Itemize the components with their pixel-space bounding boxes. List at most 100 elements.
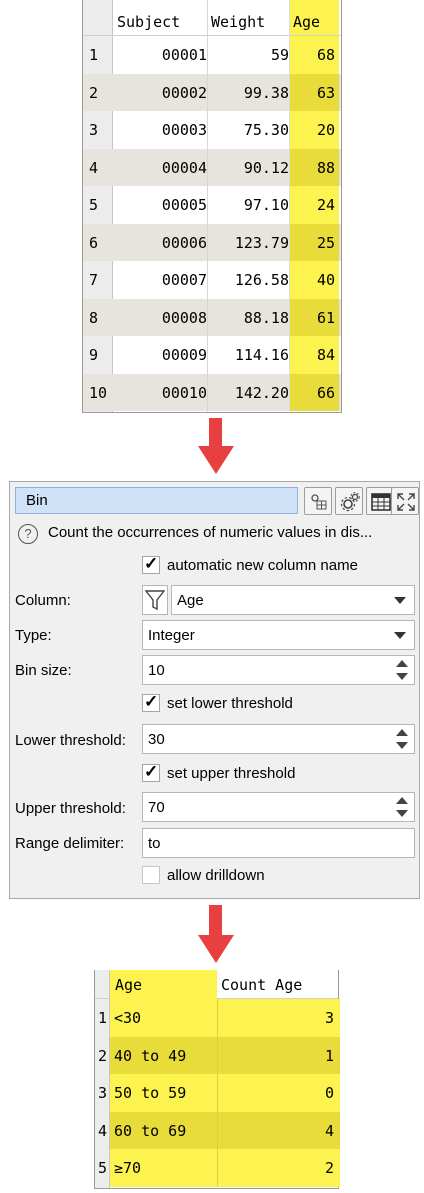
header-age[interactable]: Age	[115, 976, 142, 994]
table-row[interactable]: 3 00003 75.30 20	[83, 111, 341, 149]
cell-weight[interactable]: 123.79	[207, 234, 289, 252]
cell-age[interactable]: 88	[289, 148, 339, 186]
cell-age-bin[interactable]: 60 to 69	[110, 1111, 217, 1149]
set-lower-threshold-checkbox[interactable]: ✓	[142, 692, 160, 712]
cell-subject[interactable]: 00002	[113, 84, 207, 102]
dialog-title-field[interactable]: Bin	[15, 487, 298, 514]
cell-count[interactable]: 3	[217, 999, 340, 1037]
cell-age[interactable]: 84	[289, 336, 339, 374]
row-number[interactable]: 9	[89, 346, 98, 364]
table-row[interactable]: 10 00010 142.20 66	[83, 373, 341, 411]
table-row[interactable]: 5 00005 97.10 24	[83, 186, 341, 224]
cell-subject[interactable]: 00001	[113, 46, 207, 64]
cell-age-bin[interactable]: ≥70	[110, 1149, 217, 1187]
table-row[interactable]: 6 00006 123.79 25	[83, 223, 341, 261]
range-delimiter-input[interactable]: to	[142, 828, 415, 858]
table-row[interactable]: 8 00008 88.18 61	[83, 298, 341, 336]
cell-weight[interactable]: 114.16	[207, 346, 289, 364]
options-button[interactable]	[335, 487, 363, 515]
table-row[interactable]: 4 60 to 69 4	[95, 1111, 340, 1149]
cell-weight[interactable]: 59	[207, 46, 289, 64]
bin-size-spinbox[interactable]: 10	[142, 655, 415, 685]
table-row[interactable]: 3 50 to 59 0	[95, 1074, 340, 1112]
input-table-header: Subject Weight Age	[83, 0, 341, 36]
cell-subject[interactable]: 00006	[113, 234, 207, 252]
spin-down-icon[interactable]	[396, 810, 408, 817]
row-number[interactable]: 6	[89, 234, 98, 252]
cell-count[interactable]: 2	[217, 1149, 340, 1187]
table-row[interactable]: 2 00002 99.38 63	[83, 73, 341, 111]
cell-weight[interactable]: 90.12	[207, 159, 289, 177]
lower-threshold-spinbox[interactable]: 30	[142, 724, 415, 754]
row-number[interactable]: 4	[98, 1122, 107, 1140]
cell-weight[interactable]: 88.18	[207, 309, 289, 327]
row-number[interactable]: 1	[89, 46, 98, 64]
cell-count[interactable]: 0	[217, 1074, 340, 1112]
cell-subject[interactable]: 00004	[113, 159, 207, 177]
row-number[interactable]: 1	[98, 1009, 107, 1027]
table-row[interactable]: 2 40 to 49 1	[95, 1036, 340, 1074]
header-count-age[interactable]: Count Age	[221, 976, 302, 994]
cell-age[interactable]: 61	[289, 298, 339, 336]
view-table-button[interactable]	[366, 487, 394, 515]
cell-age-bin[interactable]: 40 to 49	[110, 1036, 217, 1074]
cell-subject[interactable]: 00003	[113, 121, 207, 139]
cell-age[interactable]: 66	[289, 373, 339, 411]
cell-age[interactable]: 63	[289, 73, 339, 111]
row-number[interactable]: 3	[89, 121, 98, 139]
row-number[interactable]: 10	[89, 384, 107, 402]
table-row[interactable]: 1 00001 59 68	[83, 36, 341, 74]
cell-age-bin[interactable]: <30	[110, 999, 217, 1037]
spin-up-icon[interactable]	[396, 729, 408, 736]
spin-down-icon[interactable]	[396, 673, 408, 680]
cell-age[interactable]: 24	[289, 186, 339, 224]
cell-age[interactable]: 25	[289, 223, 339, 261]
cell-weight[interactable]: 126.58	[207, 271, 289, 289]
cell-subject[interactable]: 00008	[113, 309, 207, 327]
cell-subject[interactable]: 00010	[113, 384, 207, 402]
table-row[interactable]: 9 00009 114.16 84	[83, 336, 341, 374]
header-age[interactable]: Age	[293, 13, 320, 31]
column-filter-button[interactable]	[142, 585, 168, 615]
table-row[interactable]: 5 ≥70 2	[95, 1149, 340, 1187]
type-select[interactable]: Integer	[142, 620, 415, 650]
upper-threshold-spinbox[interactable]: 70	[142, 792, 415, 822]
header-subject[interactable]: Subject	[117, 13, 180, 31]
row-number[interactable]: 3	[98, 1084, 107, 1102]
cell-count[interactable]: 4	[217, 1111, 340, 1149]
cell-weight[interactable]: 99.38	[207, 84, 289, 102]
help-icon[interactable]: ?	[18, 524, 38, 544]
cell-subject[interactable]: 00009	[113, 346, 207, 364]
auto-name-checkbox[interactable]: ✓	[142, 554, 160, 574]
allow-drilldown-checkbox[interactable]	[142, 866, 160, 884]
set-upper-threshold-checkbox[interactable]: ✓	[142, 762, 160, 782]
cell-age[interactable]: 68	[289, 36, 339, 74]
row-number[interactable]: 7	[89, 271, 98, 289]
row-number[interactable]: 8	[89, 309, 98, 327]
header-weight[interactable]: Weight	[211, 13, 265, 31]
table-row[interactable]: 1 <30 3	[95, 999, 340, 1037]
column-select[interactable]: Age	[171, 585, 415, 615]
filter-settings-button[interactable]	[304, 487, 332, 515]
row-number[interactable]: 2	[89, 84, 98, 102]
cell-age-bin[interactable]: 50 to 59	[110, 1074, 217, 1112]
row-number[interactable]: 5	[98, 1159, 107, 1177]
cell-age[interactable]: 40	[289, 261, 339, 299]
table-row[interactable]: 7 00007 126.58 40	[83, 261, 341, 299]
table-icon	[371, 493, 391, 511]
row-number[interactable]: 2	[98, 1047, 107, 1065]
row-number[interactable]: 4	[89, 159, 98, 177]
cell-age[interactable]: 20	[289, 111, 339, 149]
table-row[interactable]: 4 00004 90.12 88	[83, 148, 341, 186]
cell-subject[interactable]: 00005	[113, 196, 207, 214]
spin-up-icon[interactable]	[396, 797, 408, 804]
cell-weight[interactable]: 142.20	[207, 384, 289, 402]
row-number[interactable]: 5	[89, 196, 98, 214]
cell-subject[interactable]: 00007	[113, 271, 207, 289]
spin-down-icon[interactable]	[396, 742, 408, 749]
spin-up-icon[interactable]	[396, 660, 408, 667]
maximize-button[interactable]	[391, 487, 419, 515]
cell-count[interactable]: 1	[217, 1036, 340, 1074]
cell-weight[interactable]: 97.10	[207, 196, 289, 214]
cell-weight[interactable]: 75.30	[207, 121, 289, 139]
